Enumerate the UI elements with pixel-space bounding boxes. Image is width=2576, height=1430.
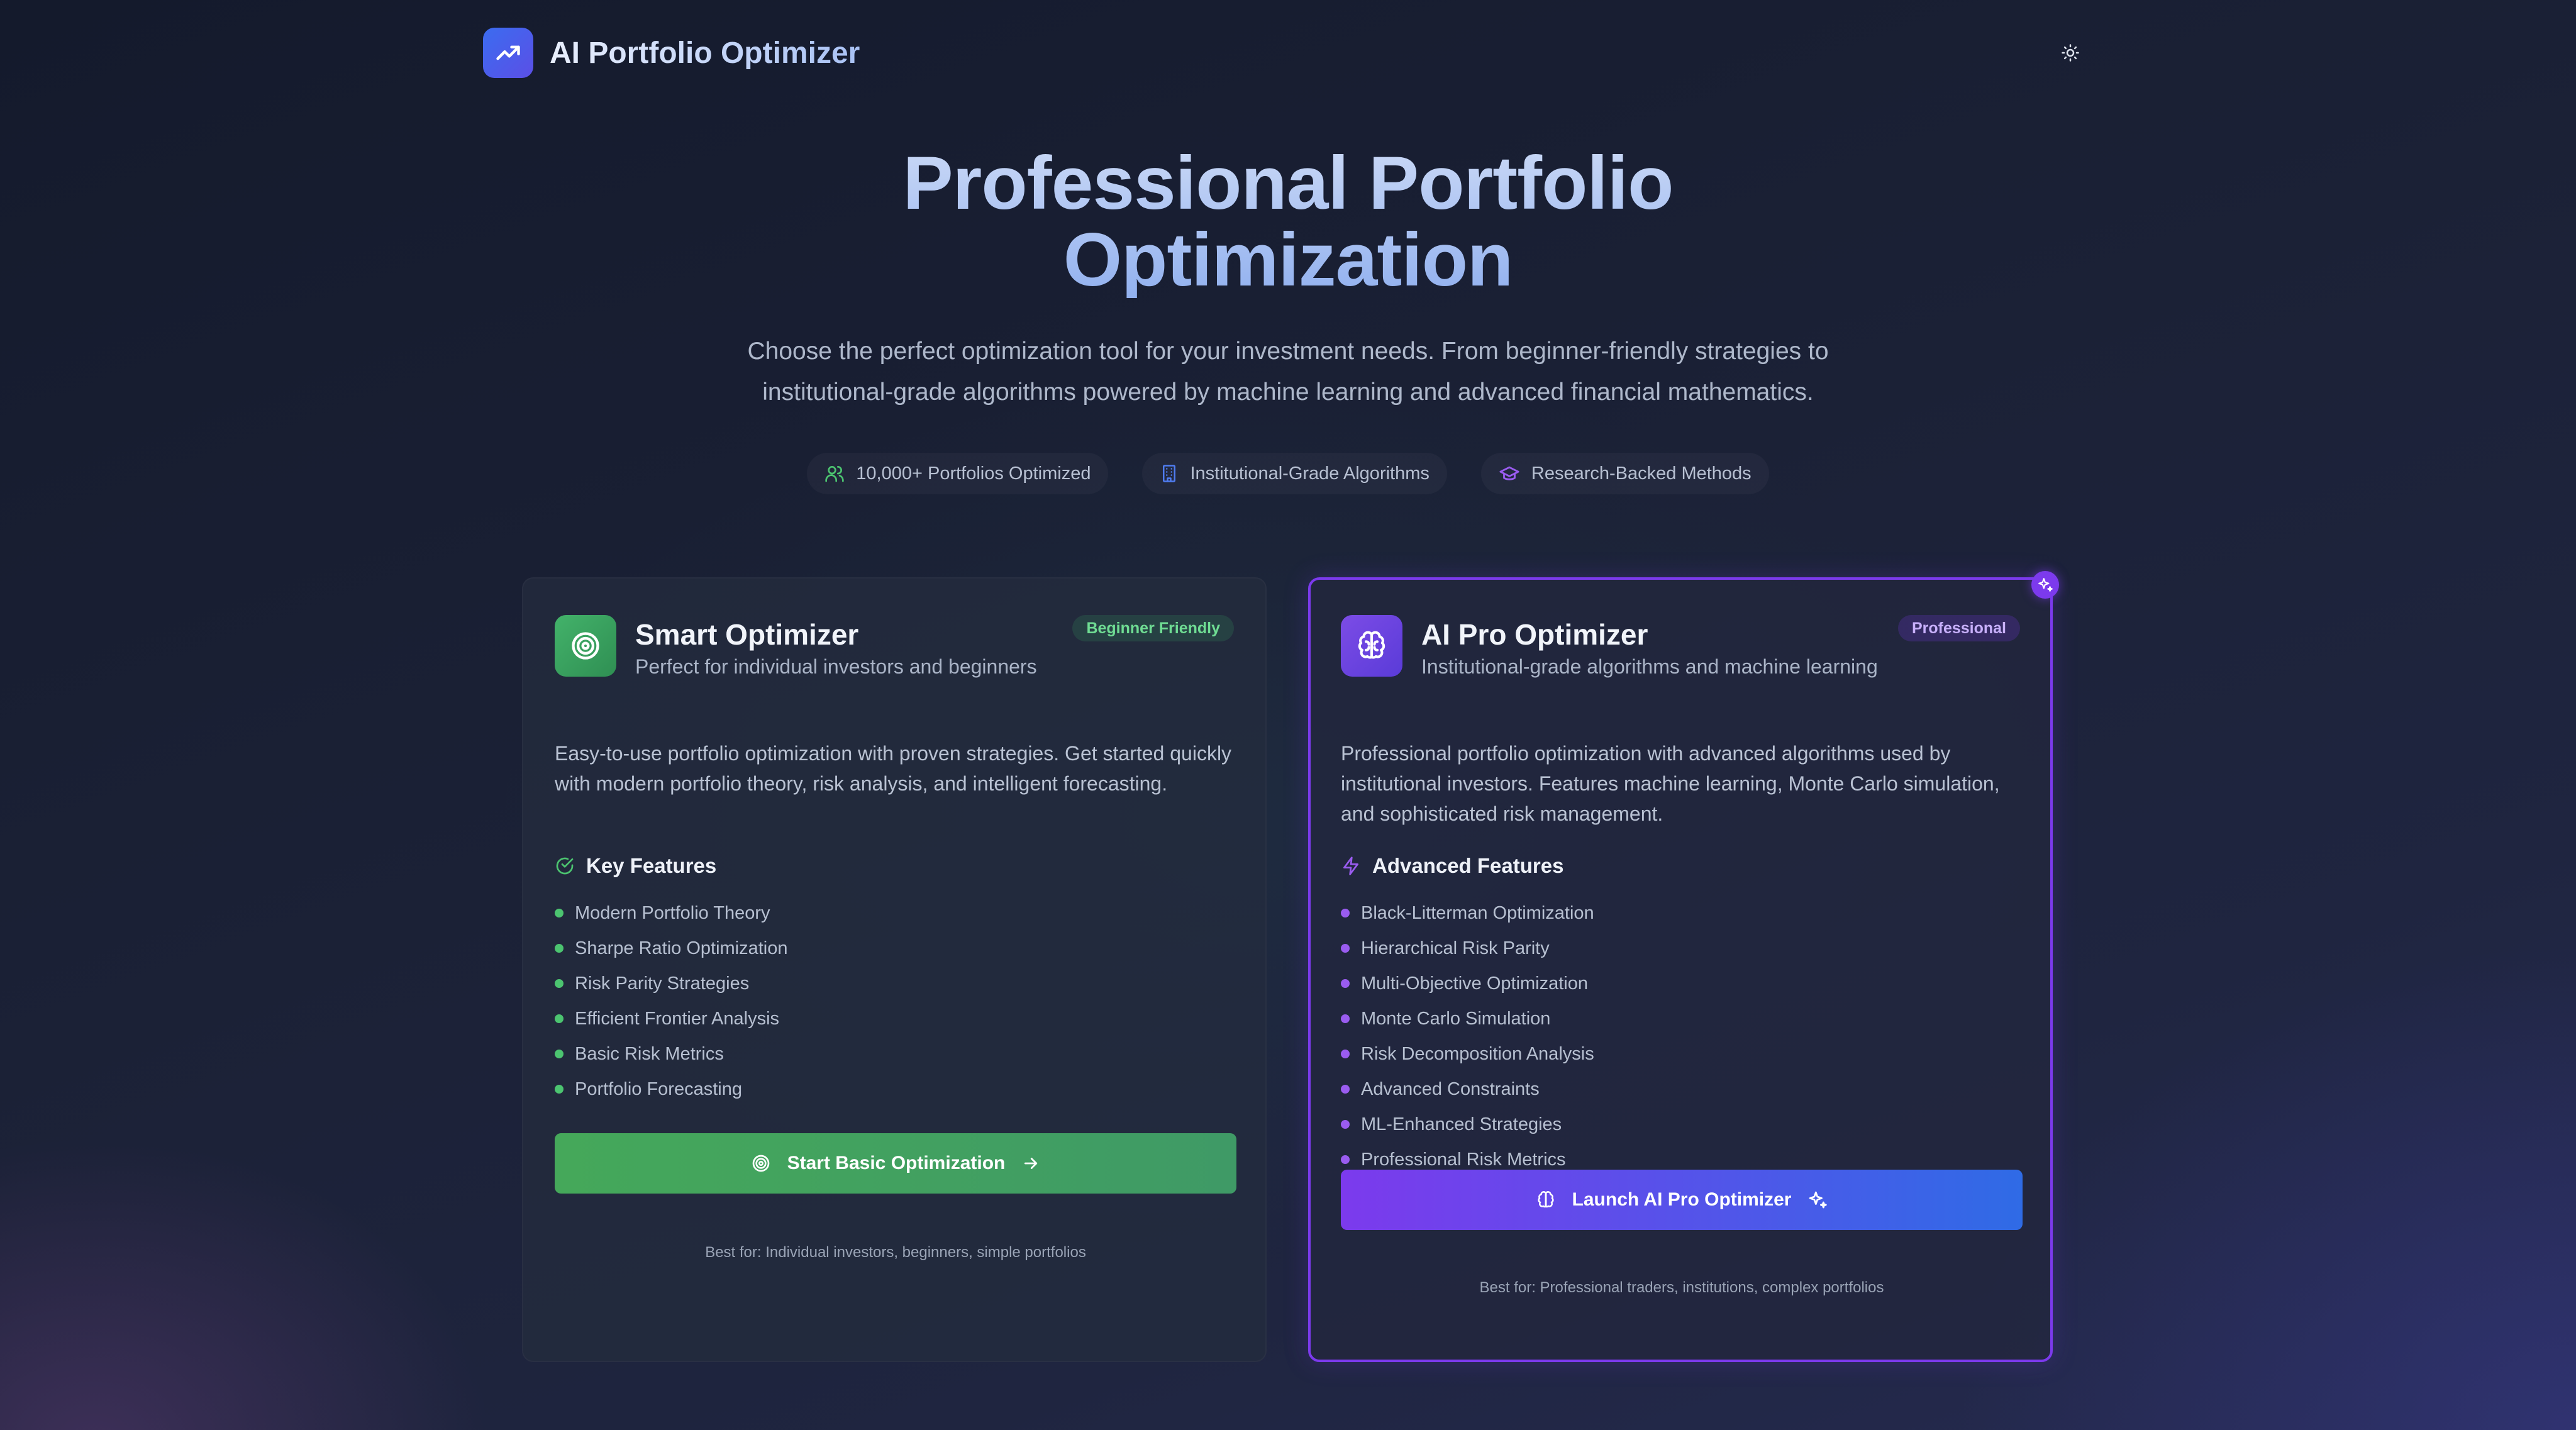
feature-label: Advanced Constraints bbox=[1361, 1078, 1540, 1099]
card-subtitle: Perfect for individual investors and beg… bbox=[635, 655, 1037, 678]
feature-item: Hierarchical Risk Parity bbox=[1341, 931, 1594, 966]
features-list: Black-Litterman Optimization Hierarchica… bbox=[1341, 895, 1594, 1177]
hero-subtitle: Choose the perfect optimization tool for… bbox=[691, 331, 1885, 413]
feature-label: ML-Enhanced Strategies bbox=[1361, 1114, 1562, 1134]
button-label: Launch AI Pro Optimizer bbox=[1572, 1189, 1792, 1210]
stat-research: Research-Backed Methods bbox=[1481, 453, 1769, 494]
users-icon bbox=[825, 466, 844, 482]
feature-label: Risk Parity Strategies bbox=[575, 973, 750, 994]
hero-title-line2: Optimization bbox=[1063, 218, 1513, 302]
stat-portfolios: 10,000+ Portfolios Optimized bbox=[807, 453, 1108, 494]
bullet-dot-icon bbox=[1341, 1085, 1350, 1094]
stat-label: Institutional-Grade Algorithms bbox=[1190, 463, 1430, 484]
features-heading-label: Key Features bbox=[586, 854, 717, 877]
feature-label: Monte Carlo Simulation bbox=[1361, 1008, 1551, 1029]
feature-label: Hierarchical Risk Parity bbox=[1361, 938, 1550, 958]
feature-item: Advanced Constraints bbox=[1341, 1072, 1594, 1107]
bullet-dot-icon bbox=[555, 1085, 564, 1094]
sparkles-icon bbox=[2031, 571, 2059, 599]
bullet-dot-icon bbox=[1341, 1014, 1350, 1023]
stat-algorithms: Institutional-Grade Algorithms bbox=[1142, 453, 1446, 494]
stat-label: 10,000+ Portfolios Optimized bbox=[856, 463, 1091, 484]
card-description: Professional portfolio optimization with… bbox=[1341, 742, 2000, 825]
hero-title: Professional Portfolio Optimization bbox=[848, 145, 1728, 298]
bullet-dot-icon bbox=[1341, 979, 1350, 988]
card-content: AI Pro Optimizer Institutional-grade alg… bbox=[1341, 615, 2023, 1360]
bullet-dot-icon bbox=[1341, 1120, 1350, 1129]
feature-item: Multi-Objective Optimization bbox=[1341, 966, 1594, 1001]
sun-icon bbox=[2062, 44, 2079, 62]
lightning-icon bbox=[1343, 856, 1358, 875]
stat-label: Research-Backed Methods bbox=[1531, 463, 1752, 484]
best-for-note: Best for: Professional traders, institut… bbox=[1479, 1279, 1884, 1296]
feature-item: Efficient Frontier Analysis bbox=[555, 1001, 788, 1036]
feature-label: Modern Portfolio Theory bbox=[575, 902, 770, 923]
hero-subtitle-line1: Choose the perfect optimization tool for… bbox=[747, 338, 1829, 365]
target-icon bbox=[752, 1155, 769, 1172]
feature-label: Black-Litterman Optimization bbox=[1361, 902, 1594, 923]
bullet-dot-icon bbox=[1341, 1155, 1350, 1164]
feature-label: Professional Risk Metrics bbox=[1361, 1149, 1566, 1170]
bullet-dot-icon bbox=[555, 909, 564, 917]
feature-item: Risk Parity Strategies bbox=[555, 966, 788, 1001]
sparkles-icon bbox=[1809, 1191, 1828, 1209]
building-icon bbox=[1163, 465, 1176, 482]
features-heading: Key Features bbox=[555, 854, 716, 878]
bullet-dot-icon bbox=[555, 944, 564, 953]
start-basic-optimization-button[interactable]: Start Basic Optimization bbox=[555, 1133, 1236, 1194]
launch-ai-pro-optimizer-button[interactable]: Launch AI Pro Optimizer bbox=[1341, 1170, 2023, 1230]
feature-label: Efficient Frontier Analysis bbox=[575, 1008, 780, 1029]
check-circle-icon bbox=[556, 857, 574, 875]
feature-item: Monte Carlo Simulation bbox=[1341, 1001, 1594, 1036]
feature-label: Risk Decomposition Analysis bbox=[1361, 1043, 1594, 1064]
bullet-dot-icon bbox=[555, 1050, 564, 1058]
graduation-cap-icon bbox=[1499, 466, 1519, 480]
card-subtitle: Institutional-grade algorithms and machi… bbox=[1421, 655, 1878, 678]
arrow-right-icon bbox=[1024, 1158, 1038, 1169]
hero-title-line1: Professional Portfolio bbox=[902, 141, 1674, 225]
trending-up-icon bbox=[483, 28, 533, 78]
features-heading: Advanced Features bbox=[1341, 854, 1563, 878]
bullet-dot-icon bbox=[1341, 944, 1350, 953]
features-list: Modern Portfolio Theory Sharpe Ratio Opt… bbox=[555, 895, 788, 1107]
stats-row: 10,000+ Portfolios Optimized Institution… bbox=[659, 453, 1917, 494]
bullet-dot-icon bbox=[555, 979, 564, 988]
card-description: Easy-to-use portfolio optimization with … bbox=[555, 742, 1232, 795]
card-title: AI Pro Optimizer bbox=[1421, 618, 1648, 651]
feature-label: Portfolio Forecasting bbox=[575, 1078, 742, 1099]
ai-pro-optimizer-card[interactable]: AI Pro Optimizer Institutional-grade alg… bbox=[1308, 571, 2059, 1362]
theme-toggle-button[interactable] bbox=[2048, 30, 2093, 75]
feature-item: Modern Portfolio Theory bbox=[555, 895, 788, 931]
bullet-dot-icon bbox=[1341, 909, 1350, 917]
brain-icon bbox=[1537, 1191, 1554, 1208]
bullet-dot-icon bbox=[555, 1014, 564, 1023]
feature-item: Basic Risk Metrics bbox=[555, 1036, 788, 1072]
professional-badge: Professional bbox=[1897, 615, 2020, 641]
hero-subtitle-line2: institutional-grade algorithms powered b… bbox=[762, 379, 1814, 406]
feature-item: Black-Litterman Optimization bbox=[1341, 895, 1594, 931]
top-header: AI Portfolio Optimizer bbox=[483, 28, 2093, 78]
feature-item: Portfolio Forecasting bbox=[555, 1072, 788, 1107]
smart-optimizer-card[interactable]: Smart Optimizer Perfect for individual i… bbox=[522, 577, 1267, 1362]
features-heading-label: Advanced Features bbox=[1372, 854, 1564, 877]
feature-item: Sharpe Ratio Optimization bbox=[555, 931, 788, 966]
beginner-badge: Beginner Friendly bbox=[1072, 615, 1234, 641]
feature-item: Risk Decomposition Analysis bbox=[1341, 1036, 1594, 1072]
feature-label: Multi-Objective Optimization bbox=[1361, 973, 1588, 994]
card-content: Smart Optimizer Perfect for individual i… bbox=[555, 615, 1236, 1361]
feature-label: Sharpe Ratio Optimization bbox=[575, 938, 788, 958]
app-title: AI Portfolio Optimizer bbox=[550, 36, 860, 70]
card-title: Smart Optimizer bbox=[635, 618, 859, 651]
feature-item: ML-Enhanced Strategies bbox=[1341, 1107, 1594, 1142]
button-label: Start Basic Optimization bbox=[787, 1153, 1006, 1173]
target-icon bbox=[555, 615, 616, 677]
bullet-dot-icon bbox=[1341, 1050, 1350, 1058]
best-for-note: Best for: Individual investors, beginner… bbox=[705, 1244, 1086, 1261]
brand[interactable]: AI Portfolio Optimizer bbox=[483, 28, 860, 78]
feature-label: Basic Risk Metrics bbox=[575, 1043, 724, 1064]
brain-icon bbox=[1341, 615, 1402, 677]
